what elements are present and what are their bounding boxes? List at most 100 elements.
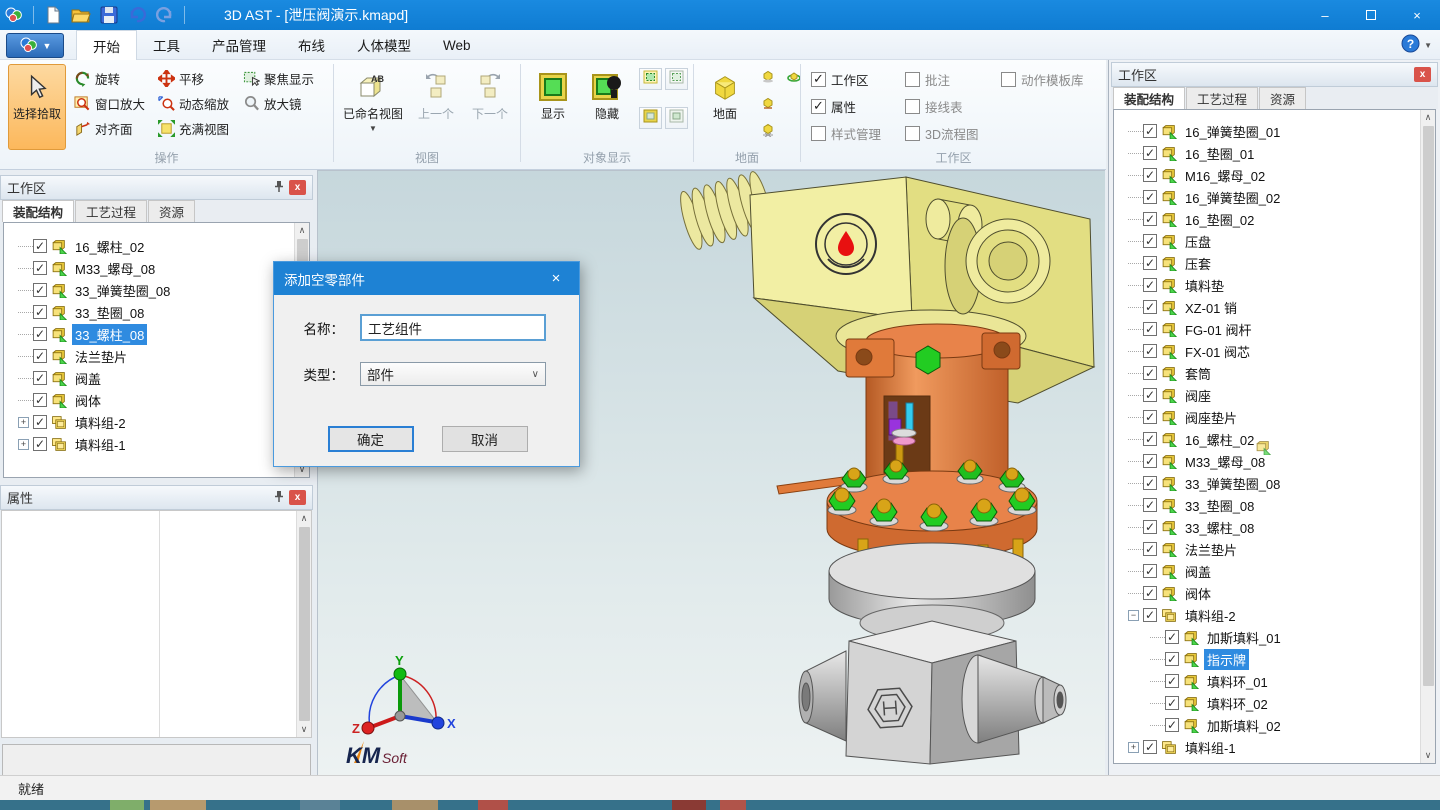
scroll-up-icon[interactable]: ∧ <box>297 511 311 526</box>
tree-item[interactable]: ✓33_垫圈_08 <box>1114 494 1435 516</box>
tree-item[interactable]: ✓压套 <box>1114 252 1435 274</box>
tree-item[interactable]: ✓加斯填料_01 <box>1114 626 1435 648</box>
maximize-button[interactable] <box>1348 0 1394 30</box>
tree-item-label[interactable]: 33_垫圈_08 <box>1182 495 1257 516</box>
tree-item[interactable]: ✓33_垫圈_08 <box>4 301 309 323</box>
name-input[interactable]: 工艺组件 <box>360 314 546 341</box>
tree-item-label[interactable]: 填料组-2 <box>72 412 129 433</box>
tree-item[interactable]: ✓法兰垫片 <box>1114 538 1435 560</box>
ribbon-checkbox-2[interactable]: ✓属性 <box>811 95 881 117</box>
tree-item[interactable]: ✓16_弹簧垫圈_01 <box>1114 120 1435 142</box>
expand-icon[interactable]: + <box>18 417 29 428</box>
tree-item-label[interactable]: 33_弹簧垫圈_08 <box>1182 473 1283 494</box>
tree-item[interactable]: ✓16_垫圈_02 <box>1114 208 1435 230</box>
tree-item-label[interactable]: 16_弹簧垫圈_01 <box>1182 121 1283 142</box>
ribbon-checkbox-4[interactable]: 批注 <box>905 68 978 90</box>
tree-item[interactable]: ✓填料环_02 <box>1114 692 1435 714</box>
redo-button[interactable] <box>153 4 177 26</box>
scroll-up-icon[interactable]: ∧ <box>1421 110 1435 125</box>
tree-item[interactable]: ✓M33_螺母_08 <box>1114 450 1435 472</box>
visibility-checkbox[interactable]: ✓ <box>1143 740 1157 754</box>
tree-item-label[interactable]: 33_螺柱_08 <box>72 324 147 345</box>
previous-view-button[interactable]: 上一个 <box>410 64 462 123</box>
dynamic-zoom-button[interactable]: 动态缩放 <box>158 91 229 115</box>
scroll-up-icon[interactable]: ∧ <box>295 223 309 238</box>
ok-button[interactable]: 确定 <box>328 426 414 452</box>
checkbox[interactable] <box>905 126 920 141</box>
rotate-button[interactable]: 旋转 <box>74 66 145 90</box>
visibility-checkbox[interactable]: ✓ <box>1165 718 1179 732</box>
checkbox[interactable] <box>1001 72 1016 87</box>
close-panel-button[interactable]: x <box>289 180 306 195</box>
select-pick-button[interactable]: 选择拾取 <box>8 64 66 150</box>
tree-item-label[interactable]: 33_垫圈_08 <box>72 302 147 323</box>
tree-item[interactable]: ✓XZ-01 销 <box>1114 296 1435 318</box>
tree-item-label[interactable]: M16_螺母_02 <box>1182 165 1268 186</box>
pin-icon[interactable] <box>273 490 285 506</box>
fit-view-button[interactable]: 充满视图 <box>158 116 229 140</box>
ground-option-4-button[interactable] <box>756 120 779 142</box>
tab-routing[interactable]: 布线 <box>282 30 341 60</box>
tab-process[interactable]: 工艺过程 <box>75 200 147 222</box>
close-panel-button[interactable]: x <box>289 490 306 505</box>
visibility-checkbox[interactable]: ✓ <box>1165 696 1179 710</box>
tab-process[interactable]: 工艺过程 <box>1186 87 1258 109</box>
ribbon-checkbox-3[interactable]: 样式管理 <box>811 122 881 144</box>
tree-item-label[interactable]: 阀座垫片 <box>1182 407 1240 428</box>
visibility-checkbox[interactable]: ✓ <box>1143 586 1157 600</box>
visibility-checkbox[interactable]: ✓ <box>1143 256 1157 270</box>
pan-button[interactable]: 平移 <box>158 66 229 90</box>
tree-item[interactable]: ✓阀体 <box>4 389 309 411</box>
tree-item[interactable]: ✓阀座垫片 <box>1114 406 1435 428</box>
tree-item-label[interactable]: 33_弹簧垫圈_08 <box>72 280 173 301</box>
expand-icon[interactable]: + <box>18 439 29 450</box>
ground-button[interactable]: 地面 <box>700 64 750 123</box>
visibility-checkbox[interactable]: ✓ <box>1143 278 1157 292</box>
app-menu-button[interactable]: ▼ <box>6 33 64 58</box>
tree-item[interactable]: ✓阀盖 <box>1114 560 1435 582</box>
tab-web[interactable]: Web <box>427 30 487 60</box>
tree-item[interactable]: +✓填料组-1 <box>4 433 309 455</box>
object-display-option-4-button[interactable] <box>665 107 688 129</box>
visibility-checkbox[interactable]: ✓ <box>1143 388 1157 402</box>
tree-item-label[interactable]: 压盘 <box>1182 231 1214 252</box>
tree-item-label[interactable]: 阀体 <box>1182 583 1214 604</box>
tree-item[interactable]: ✓M16_螺母_02 <box>1114 164 1435 186</box>
type-select[interactable]: 部件 ∨ <box>360 362 546 386</box>
window-zoom-button[interactable]: 窗口放大 <box>74 91 145 115</box>
visibility-checkbox[interactable]: ✓ <box>1165 674 1179 688</box>
tree-item-label[interactable]: FG-01 阀杆 <box>1182 319 1254 340</box>
undo-button[interactable] <box>125 4 149 26</box>
visibility-checkbox[interactable]: ✓ <box>33 283 47 297</box>
tree-item-label[interactable]: 16_螺柱_02 <box>1182 429 1257 450</box>
visibility-checkbox[interactable]: ✓ <box>1143 542 1157 556</box>
magnifier-button[interactable]: 放大镜 <box>243 91 314 115</box>
checkbox[interactable] <box>905 99 920 114</box>
tree-item-label[interactable]: 套筒 <box>1182 363 1214 384</box>
tree-item[interactable]: ✓压盘 <box>1114 230 1435 252</box>
visibility-checkbox[interactable]: ✓ <box>33 415 47 429</box>
visibility-checkbox[interactable]: ✓ <box>1143 344 1157 358</box>
tree-item-label[interactable]: 阀座 <box>1182 385 1214 406</box>
next-view-button[interactable]: 下一个 <box>464 64 516 123</box>
visibility-checkbox[interactable]: ✓ <box>33 437 47 451</box>
tree-item[interactable]: ✓M33_螺母_08 <box>4 257 309 279</box>
tree-item[interactable]: ✓33_螺柱_08 <box>1114 516 1435 538</box>
dialog-close-icon[interactable]: × <box>543 270 569 287</box>
help-icon[interactable]: ? <box>1401 34 1420 56</box>
focus-display-button[interactable]: 聚焦显示 <box>243 66 314 90</box>
tree-item-label[interactable]: FX-01 阀芯 <box>1182 341 1253 362</box>
visibility-checkbox[interactable]: ✓ <box>33 371 47 385</box>
tree-item-label[interactable]: 阀盖 <box>1182 561 1214 582</box>
tree-item-label[interactable]: 16_弹簧垫圈_02 <box>1182 187 1283 208</box>
tree-item-label[interactable]: M33_螺母_08 <box>72 258 158 279</box>
scroll-down-icon[interactable]: ∨ <box>1421 748 1435 763</box>
tree-item[interactable]: ✓法兰垫片 <box>4 345 309 367</box>
tree-item[interactable]: ✓16_螺柱_02 <box>1114 428 1435 450</box>
expand-icon[interactable]: + <box>1128 742 1139 753</box>
tree-item-label[interactable]: 16_螺柱_02 <box>72 236 147 257</box>
tree-item[interactable]: ✓套筒 <box>1114 362 1435 384</box>
dialog-title-bar[interactable]: 添加空零部件 × <box>274 262 579 295</box>
tree-item[interactable]: ✓16_弹簧垫圈_02 <box>1114 186 1435 208</box>
scroll-down-icon[interactable]: ∨ <box>297 722 311 737</box>
